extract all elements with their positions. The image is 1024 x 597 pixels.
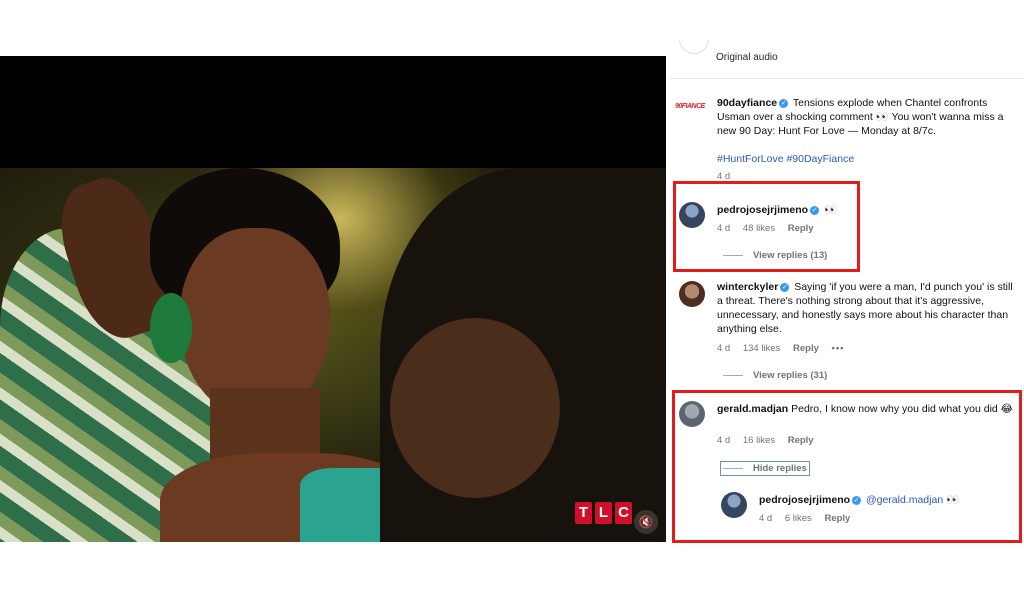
muted-speaker-icon[interactable]: 🔇	[634, 510, 658, 534]
more-options-icon[interactable]: •••	[832, 343, 845, 354]
comment-username[interactable]: winterckyler	[717, 281, 778, 293]
comment-meta: 4 d 134 likes Reply •••	[717, 343, 855, 354]
man-face	[390, 318, 560, 498]
view-replies-label[interactable]: View replies (31)	[753, 370, 827, 381]
user-avatar[interactable]	[679, 281, 705, 307]
divider	[669, 78, 1024, 79]
tlc-letter: T	[575, 502, 592, 524]
caption-username[interactable]: 90dayfiance	[717, 97, 777, 109]
audio-avatar[interactable]	[679, 40, 709, 54]
tlc-letter: L	[595, 502, 612, 524]
brand-avatar[interactable]: 90FIANCE	[675, 94, 705, 120]
comment-text: winterckyler ✓ Saying 'if you were a man,…	[717, 280, 1017, 336]
like-count[interactable]: 134 likes	[743, 343, 781, 354]
verified-icon: ✓	[779, 98, 789, 108]
highlight-box	[673, 181, 860, 272]
audio-label[interactable]: Original audio	[716, 52, 778, 63]
comment-time: 4 d	[717, 343, 731, 354]
view-replies-button[interactable]: View replies (31)	[723, 370, 827, 381]
green-earring	[150, 293, 192, 363]
caption-hashtags[interactable]: #HuntForLove #90DayFiance	[717, 152, 1017, 166]
replies-line	[723, 375, 743, 376]
video-frame	[0, 168, 666, 542]
tlc-letter: C	[615, 502, 632, 524]
highlight-box	[672, 390, 1022, 543]
caption: 90dayfiance ✓ Tensions explode when Chant…	[717, 96, 1017, 138]
reply-button[interactable]: Reply	[793, 343, 819, 354]
verified-icon: ✓	[780, 282, 790, 292]
video-player[interactable]: T L C 🔇	[0, 56, 666, 542]
tlc-logo: T L C	[575, 502, 632, 524]
